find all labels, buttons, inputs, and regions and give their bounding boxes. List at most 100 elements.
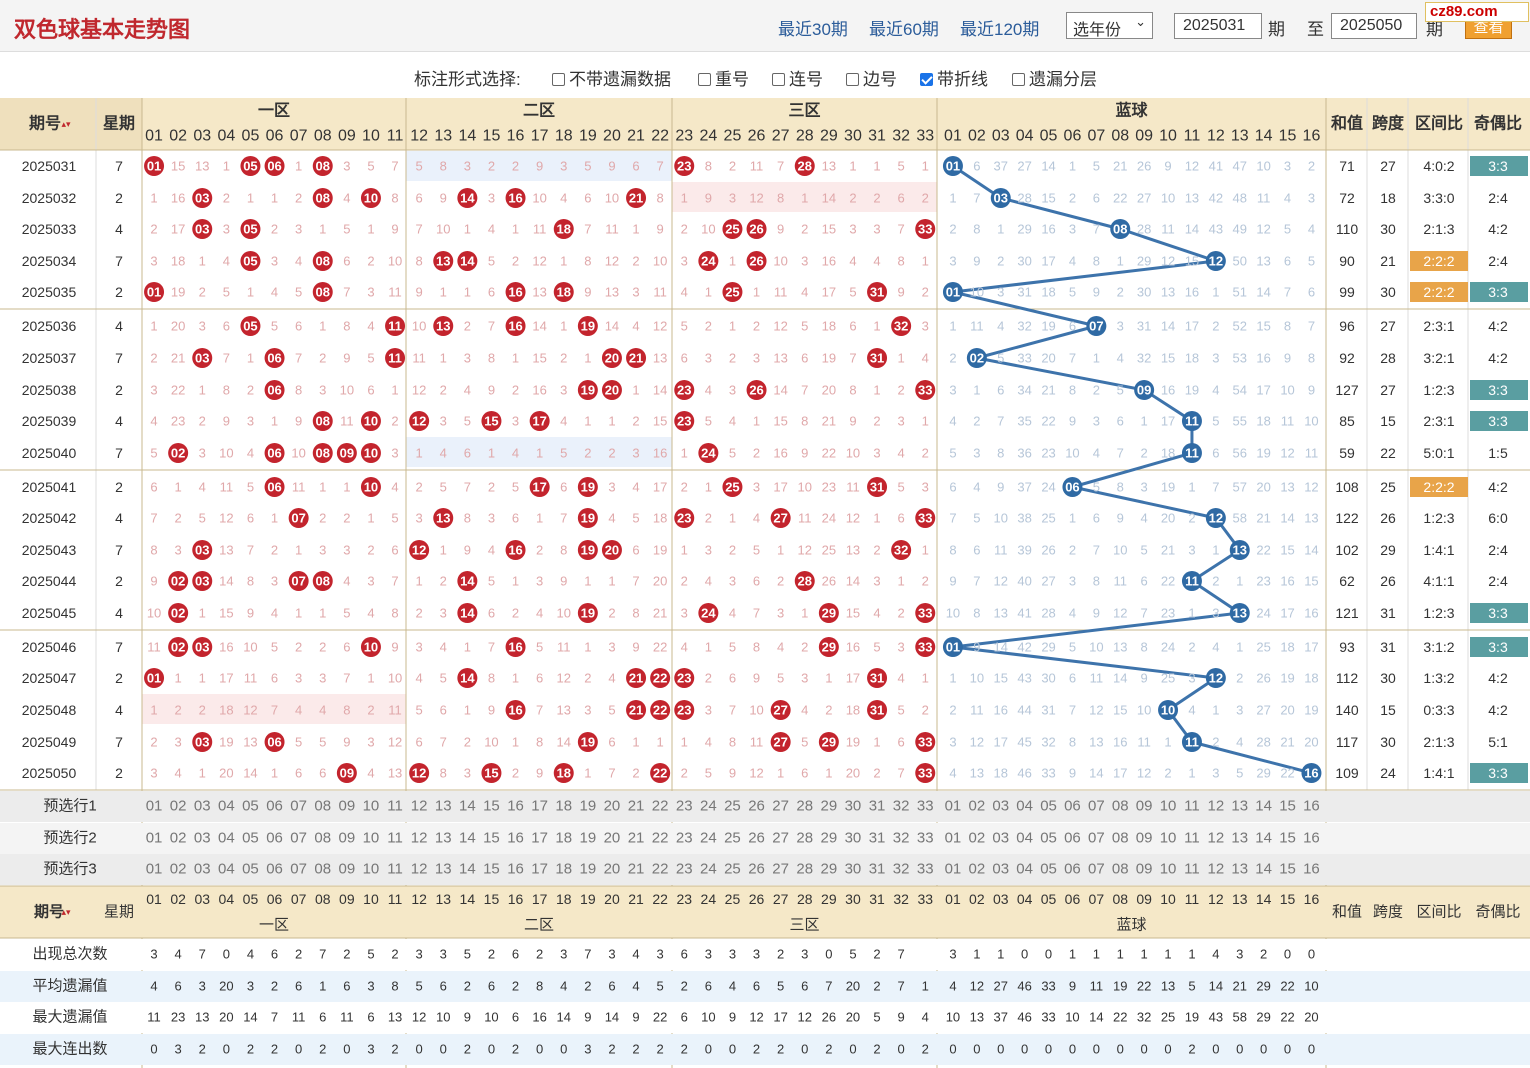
summary-red-value: 0 xyxy=(849,1042,856,1057)
summary-red-value: 10 xyxy=(436,1010,450,1025)
blue-miss-value: 8 xyxy=(1284,319,1291,334)
preselect-blue-number: 12 xyxy=(1208,798,1225,815)
preselect-red-number: 10 xyxy=(363,861,380,878)
period-cell: 2025046 xyxy=(22,639,77,655)
preselect-blue-number: 05 xyxy=(1040,798,1057,815)
blue-miss-value: 6 xyxy=(973,543,980,558)
red-miss-value: 1 xyxy=(367,222,374,237)
red-miss-value: 17 xyxy=(822,285,836,300)
preselect-red-number: 27 xyxy=(772,830,789,847)
period-cell: 2025032 xyxy=(22,190,77,206)
weekday-cell: 2 xyxy=(115,479,123,495)
red-col-number: 07 xyxy=(290,128,308,145)
red-miss-value: 1 xyxy=(199,766,206,781)
red-ball-number: 21 xyxy=(629,671,643,686)
red-miss-value: 2 xyxy=(922,703,929,718)
red-miss-value: 1 xyxy=(199,254,206,269)
red-miss-value: 3 xyxy=(440,414,447,429)
red-miss-value: 8 xyxy=(584,254,591,269)
red-miss-value: 5 xyxy=(584,159,591,174)
red-miss-value: 3 xyxy=(175,543,182,558)
red-miss-value: 2 xyxy=(271,222,278,237)
weekday-cell: 4 xyxy=(115,221,123,237)
red-miss-value: 4 xyxy=(295,254,302,269)
red-miss-value: 4 xyxy=(608,511,615,526)
red-miss-value: 12 xyxy=(219,511,233,526)
red-ball-number: 05 xyxy=(243,319,257,334)
span-cell: 21 xyxy=(1380,253,1396,269)
preselect-red-number: 30 xyxy=(845,861,862,878)
span-cell: 26 xyxy=(1380,510,1396,526)
blue-miss-value: 12 xyxy=(1185,159,1199,174)
red-miss-value: 1 xyxy=(199,671,206,686)
red-col-number: 03 xyxy=(193,128,211,145)
odd-even-cell: 5:1 xyxy=(1488,734,1508,750)
summary-blue-value: 0 xyxy=(1284,1042,1291,1057)
blue-miss-value: 16 xyxy=(994,703,1008,718)
period-cell: 2025037 xyxy=(22,350,77,366)
weekday-cell: 7 xyxy=(115,639,123,655)
footer-red-col-number: 06 xyxy=(267,891,283,907)
blue-miss-value: 3 xyxy=(1188,671,1195,686)
red-miss-value: 6 xyxy=(223,319,230,334)
red-miss-value: 3 xyxy=(367,735,374,750)
preselect-blue-number: 03 xyxy=(992,798,1009,815)
blue-miss-value: 31 xyxy=(1041,703,1055,718)
blue-miss-value: 1 xyxy=(1188,480,1195,495)
zone-ratio-cell: 4:1:1 xyxy=(1423,573,1454,589)
blue-col-number: 07 xyxy=(1087,128,1105,145)
red-miss-value: 4 xyxy=(801,703,808,718)
red-miss-value: 15 xyxy=(171,159,185,174)
red-miss-value: 16 xyxy=(822,254,836,269)
blue-miss-value: 28 xyxy=(1017,191,1031,206)
red-miss-value: 3 xyxy=(584,703,591,718)
preselect-red-number: 24 xyxy=(700,830,717,847)
red-miss-value: 5 xyxy=(295,735,302,750)
summary-red-value: 2 xyxy=(873,979,880,994)
red-miss-value: 2 xyxy=(681,480,688,495)
preselect-blue-number: 12 xyxy=(1208,830,1225,847)
red-miss-value: 4 xyxy=(632,480,639,495)
summary-blue-value: 0 xyxy=(949,1042,956,1057)
red-ball-number: 32 xyxy=(894,319,908,334)
blue-miss-value: 3 xyxy=(1069,574,1076,589)
summary-red-value: 6 xyxy=(512,1010,519,1025)
red-miss-value: 1 xyxy=(440,285,447,300)
blue-miss-value: 57 xyxy=(1233,480,1247,495)
red-miss-value: 1 xyxy=(873,511,880,526)
red-miss-value: 1 xyxy=(150,319,157,334)
blue-miss-value: 7 xyxy=(973,574,980,589)
red-miss-value: 4 xyxy=(608,671,615,686)
summary-red-value: 2 xyxy=(247,1042,254,1057)
blue-miss-value: 5 xyxy=(1069,285,1076,300)
red-miss-value: 3 xyxy=(247,414,254,429)
blue-miss-value: 14 xyxy=(1280,511,1294,526)
red-miss-value: 1 xyxy=(536,511,543,526)
red-miss-value: 13 xyxy=(653,351,667,366)
summary-red-value: 2 xyxy=(512,1042,519,1057)
blue-miss-value: 22 xyxy=(1280,766,1294,781)
red-miss-value: 12 xyxy=(532,254,546,269)
red-miss-value: 4 xyxy=(464,383,471,398)
blue-miss-value: 14 xyxy=(1256,285,1270,300)
red-ball-number: 08 xyxy=(316,574,330,589)
weekday-cell: 4 xyxy=(115,318,123,334)
summary-red-value: 3 xyxy=(753,947,760,962)
red-miss-value: 5 xyxy=(849,285,856,300)
summary-red-value: 2 xyxy=(536,947,543,962)
footer-blue-col-number: 04 xyxy=(1017,891,1033,907)
red-miss-value: 7 xyxy=(343,285,350,300)
red-miss-value: 6 xyxy=(608,735,615,750)
red-miss-value: 5 xyxy=(681,319,688,334)
weekday-cell: 2 xyxy=(115,573,123,589)
summary-blue-value: 0 xyxy=(1021,1042,1028,1057)
blue-miss-value: 7 xyxy=(1069,351,1076,366)
red-miss-value: 2 xyxy=(898,606,905,621)
sum-cell: 109 xyxy=(1335,765,1359,781)
summary-blue-value: 2 xyxy=(1260,947,1267,962)
summary-red-value: 4 xyxy=(632,947,639,962)
red-miss-value: 6 xyxy=(536,671,543,686)
red-miss-value: 8 xyxy=(391,606,398,621)
blue-miss-value: 23 xyxy=(1161,606,1175,621)
red-ball-number: 23 xyxy=(677,159,691,174)
